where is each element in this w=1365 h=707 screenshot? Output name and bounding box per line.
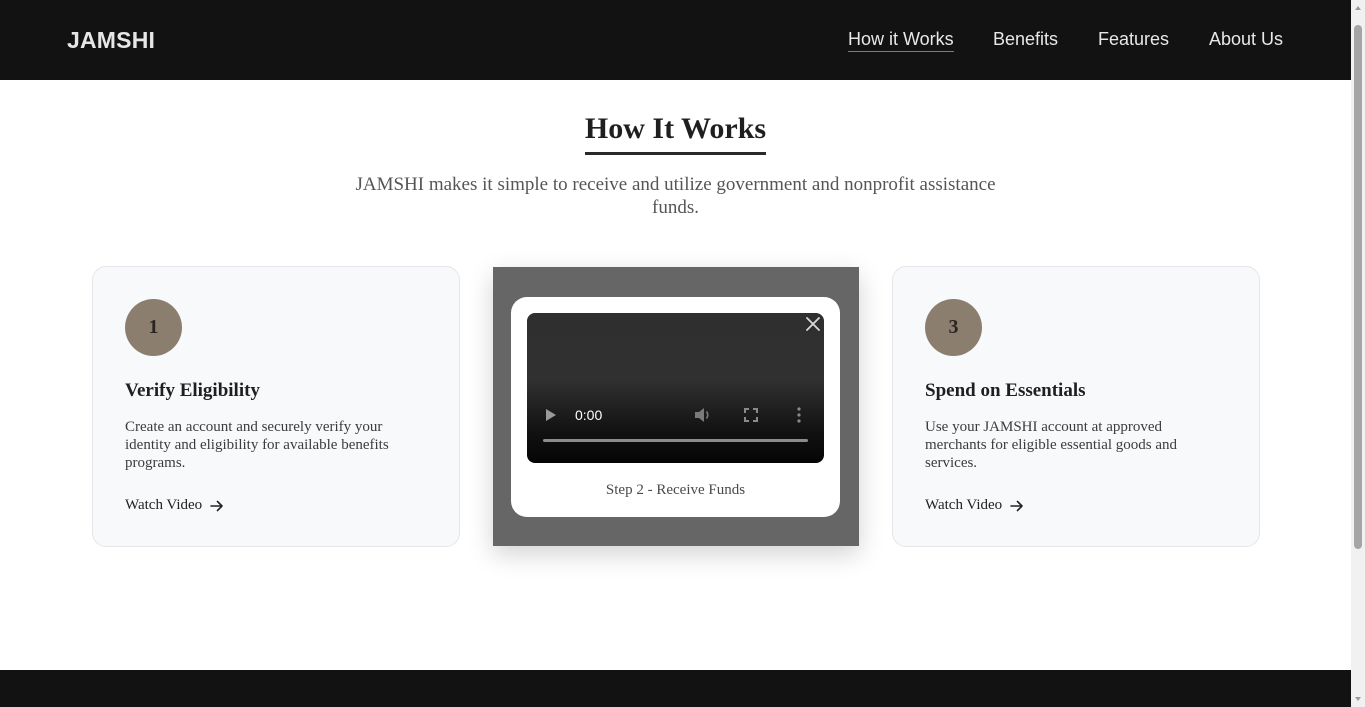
- volume-icon[interactable]: [693, 406, 713, 424]
- nav-link-benefits[interactable]: Benefits: [993, 29, 1058, 50]
- page-footer: [0, 670, 1351, 707]
- nav-link-how-it-works[interactable]: How it Works: [848, 29, 954, 52]
- arrow-right-icon: [210, 500, 224, 512]
- page-scrollbar[interactable]: [1351, 0, 1365, 707]
- more-options-icon[interactable]: [791, 406, 807, 424]
- step-title: Spend on Essentials: [925, 380, 1086, 401]
- watch-video-link[interactable]: Watch Video: [925, 497, 1024, 514]
- step-title: Verify Eligibility: [125, 380, 260, 401]
- watch-video-label: Watch Video: [125, 497, 203, 513]
- fullscreen-icon[interactable]: [743, 407, 759, 423]
- top-navbar: JAMSHI How it Works Benefits Features Ab…: [0, 0, 1351, 80]
- video-progress-bar[interactable]: [543, 439, 808, 442]
- section-title: How It Works: [584, 112, 767, 155]
- video-modal: 0:00 Step 2 - Receive Funds: [511, 297, 840, 517]
- step-card-3: 3 Spend on Essentials Use your JAMSHI ac…: [892, 266, 1260, 547]
- scroll-up-icon[interactable]: [1355, 6, 1361, 10]
- video-caption: Step 2 - Receive Funds: [605, 482, 746, 498]
- close-icon[interactable]: [804, 315, 822, 333]
- step-number-badge: 3: [925, 299, 982, 356]
- scroll-down-icon[interactable]: [1355, 697, 1361, 701]
- nav-link-features[interactable]: Features: [1098, 29, 1169, 50]
- video-time: 0:00: [575, 407, 603, 423]
- video-player[interactable]: 0:00: [527, 313, 824, 463]
- step-card-1: 1 Verify Eligibility Create an account a…: [92, 266, 460, 547]
- video-modal-overlay[interactable]: 0:00 Step 2 - Receive Funds: [493, 267, 859, 546]
- section-heading: How It Works: [0, 112, 1351, 155]
- brand-logo[interactable]: JAMSHI: [67, 27, 155, 54]
- step-description: Create an account and securely verify yo…: [125, 419, 389, 471]
- step-number-badge: 1: [125, 299, 182, 356]
- step-description: Use your JAMSHI account at approved merc…: [925, 419, 1178, 471]
- section-subtitle: JAMSHI makes it simple to receive and ut…: [355, 174, 996, 218]
- arrow-right-icon: [1010, 500, 1024, 512]
- play-icon[interactable]: [543, 407, 559, 423]
- scrollbar-thumb[interactable]: [1354, 25, 1362, 549]
- watch-video-link[interactable]: Watch Video: [125, 497, 224, 514]
- nav-link-about-us[interactable]: About Us: [1209, 29, 1283, 50]
- watch-video-label: Watch Video: [925, 497, 1003, 513]
